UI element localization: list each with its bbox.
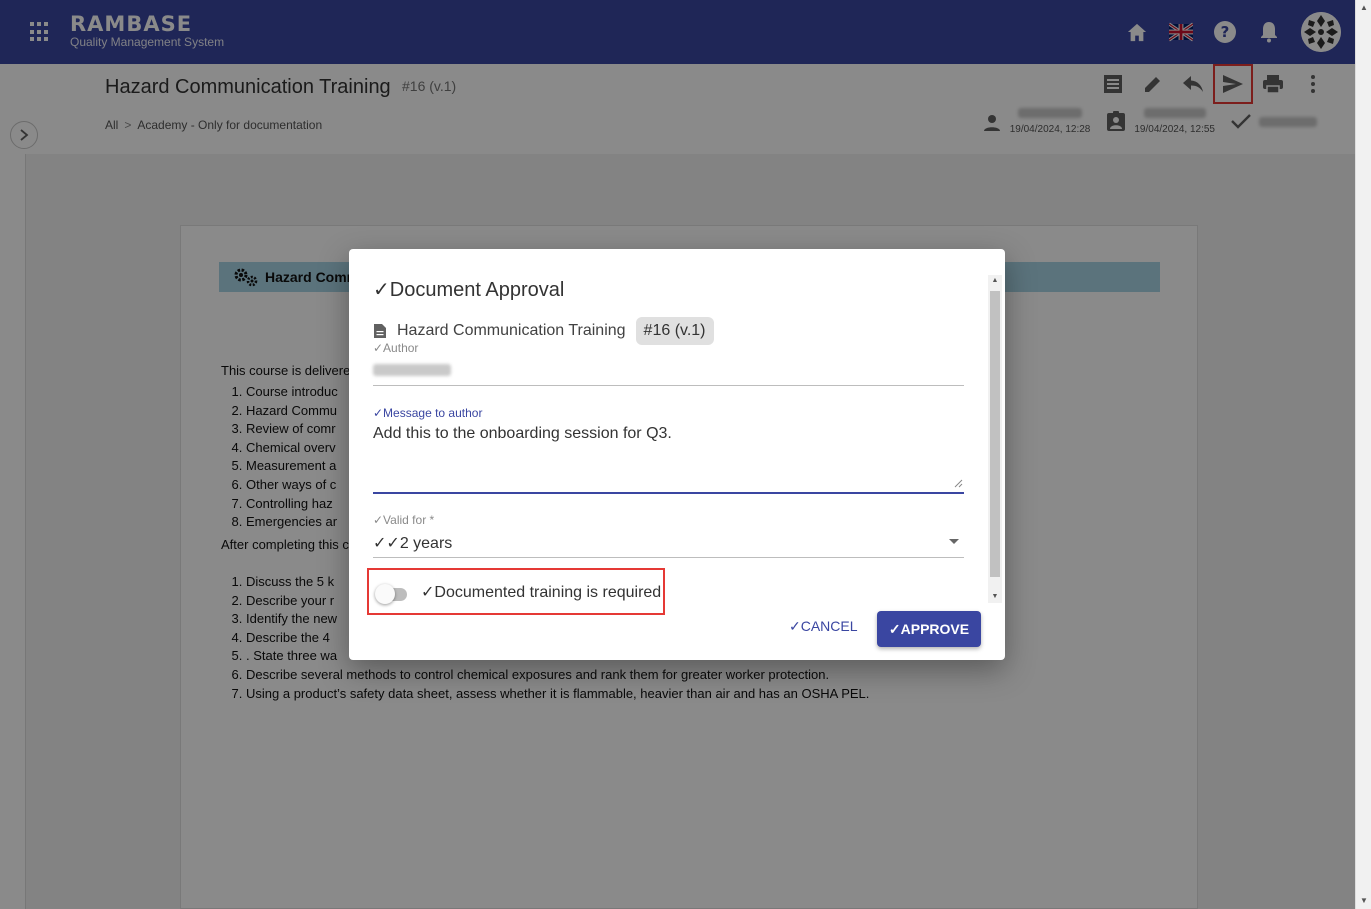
valid-for-select[interactable]: ✓✓2 years (373, 533, 452, 553)
author-field-underline (373, 385, 964, 386)
switch-knob (375, 583, 395, 604)
cancel-button[interactable]: ✓CANCEL (789, 618, 858, 635)
valid-for-underline (373, 557, 964, 558)
scroll-up-icon[interactable]: ▲ (1356, 0, 1371, 16)
training-required-switch[interactable] (375, 582, 409, 604)
author-label: ✓Author (373, 341, 419, 355)
document-icon (374, 324, 386, 338)
scroll-up-icon[interactable]: ▲ (988, 275, 1002, 287)
scroll-down-icon[interactable]: ▼ (1356, 893, 1371, 909)
scroll-thumb[interactable] (990, 291, 1000, 577)
message-to-author-field[interactable] (373, 425, 964, 491)
training-required-toggle-row: ✓Documented training is required (367, 568, 665, 615)
document-reference: Hazard Communication Training #16 (v.1) (373, 317, 714, 345)
document-name: Hazard Communication Training (397, 322, 626, 339)
author-value-blurred (373, 364, 451, 376)
dialog-scrollbar[interactable]: ▲ ▼ (988, 275, 1002, 603)
window-scrollbar[interactable]: ▲ ▼ (1355, 0, 1371, 909)
resize-grip-icon[interactable] (953, 478, 963, 488)
training-required-label: ✓Documented training is required (421, 583, 662, 601)
scroll-down-icon[interactable]: ▼ (988, 591, 1002, 603)
approve-button[interactable]: ✓APPROVE (877, 611, 981, 647)
dialog-title: ✓Document Approval (373, 279, 565, 301)
approval-dialog: ✓Document Approval Hazard Communication … (349, 249, 1005, 660)
message-field-underline (373, 492, 964, 494)
version-chip: #16 (v.1) (635, 317, 714, 345)
dropdown-arrow-icon[interactable] (949, 539, 959, 544)
valid-for-label: ✓Valid for * (373, 513, 435, 527)
message-label: ✓Message to author (373, 406, 483, 420)
